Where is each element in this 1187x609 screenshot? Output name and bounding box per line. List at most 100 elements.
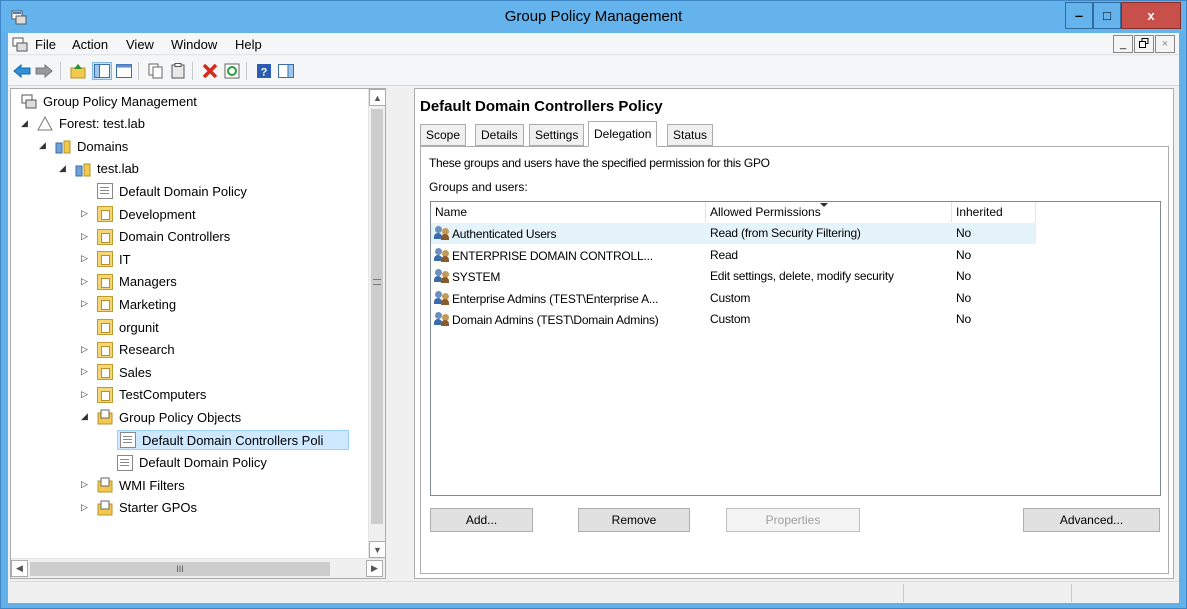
tree-item[interactable]: TestComputers [97, 385, 206, 405]
column-header-name[interactable]: Name [431, 202, 706, 222]
tree-item[interactable]: Group Policy Objects [97, 407, 241, 427]
list-item[interactable]: SYSTEM Edit settings, delete, modify secu… [431, 266, 1036, 287]
tree-item-label: Default Domain Policy [119, 183, 247, 199]
remove-button[interactable]: Remove [578, 508, 690, 532]
scroll-down-arrow-icon[interactable]: ▼ [369, 541, 385, 558]
back-arrow-icon [13, 64, 31, 78]
tree-vertical-scrollbar[interactable]: ▲ ▼ [368, 89, 385, 558]
tree-item[interactable]: Starter GPOs [97, 498, 197, 518]
cell-permissions: Custom [710, 312, 751, 327]
expanded-arrow-icon[interactable]: ◢ [59, 163, 66, 174]
menu-view[interactable]: View [126, 37, 154, 52]
tree-item[interactable]: Default Domain Policy [117, 453, 267, 473]
ou-icon [97, 206, 113, 222]
mdi-minimize-button[interactable]: _ [1113, 35, 1133, 53]
tab-delegation[interactable]: Delegation [588, 121, 658, 147]
list-item[interactable]: ENTERPRISE DOMAIN CONTROLL... Read No [431, 245, 1036, 266]
collapsed-arrow-icon[interactable]: ▷ [81, 298, 88, 309]
column-header-permissions[interactable]: Allowed Permissions [706, 202, 952, 222]
scroll-thumb[interactable] [371, 109, 383, 524]
tree-item-label: Group Policy Objects [119, 409, 242, 425]
collapsed-arrow-icon[interactable]: ▷ [81, 389, 88, 400]
tree-item[interactable]: Domain Controllers [97, 227, 230, 247]
expanded-arrow-icon[interactable]: ◢ [39, 140, 46, 151]
tree-horizontal-scrollbar[interactable]: ◀ III ▶ [11, 558, 385, 578]
tree-item[interactable]: Domains [55, 136, 128, 156]
tab-details[interactable]: Details [475, 124, 524, 146]
console-tree[interactable]: Group Policy Management ◢ Forest: test.lab… [10, 88, 386, 579]
tree-item-label: Development [119, 206, 196, 222]
mdi-close-button[interactable]: × [1155, 35, 1175, 53]
collapsed-arrow-icon[interactable]: ▷ [81, 231, 88, 242]
title-bar[interactable]: Group Policy Management ‒ □ x [1, 1, 1186, 33]
row-name: Domain Admins (TEST\Domain Admins) [452, 313, 659, 328]
tree-item-label: test.lab [97, 161, 139, 177]
action-pane-button[interactable] [276, 62, 296, 80]
tree-item[interactable]: Forest: test.lab [37, 114, 145, 134]
mdi-restore-button[interactable] [1134, 35, 1154, 53]
gpo-icon [117, 454, 133, 471]
maximize-button[interactable]: □ [1093, 2, 1121, 29]
collapsed-arrow-icon[interactable]: ▷ [81, 366, 88, 377]
close-button[interactable]: x [1121, 2, 1181, 29]
properties-pane-icon [278, 64, 294, 78]
add-button[interactable]: Add... [430, 508, 533, 532]
collapsed-arrow-icon[interactable]: ▷ [81, 276, 88, 287]
hscroll-thumb[interactable]: III [30, 562, 330, 576]
tab-scope[interactable]: Scope [420, 124, 467, 146]
tab-status[interactable]: Status [667, 124, 714, 146]
collapsed-arrow-icon[interactable]: ▷ [81, 253, 88, 264]
paste-button[interactable] [168, 62, 188, 80]
menu-action[interactable]: Action [72, 37, 108, 52]
back-button[interactable] [12, 62, 32, 80]
show-hide-tree-button[interactable] [92, 62, 112, 80]
toolbar: ? [8, 56, 1179, 86]
advanced-button[interactable]: Advanced... [1023, 508, 1160, 532]
expanded-arrow-icon[interactable]: ◢ [21, 118, 28, 129]
minimize-button[interactable]: ‒ [1065, 2, 1093, 29]
list-item[interactable]: Domain Admins (TEST\Domain Admins) Custom… [431, 309, 1036, 330]
domain-icon [75, 161, 91, 177]
menu-help[interactable]: Help [235, 37, 262, 52]
tree-item[interactable]: Marketing [97, 294, 176, 314]
tree-item[interactable]: IT [97, 249, 131, 269]
permissions-list[interactable]: Name Allowed Permissions Inherited Authe… [430, 201, 1161, 496]
refresh-button[interactable] [222, 62, 242, 80]
collapsed-arrow-icon[interactable]: ▷ [81, 479, 88, 490]
tree-item-label: Domains [77, 138, 129, 154]
client-area: File Action View Window Help _ × ? Group… [8, 33, 1179, 603]
collapsed-arrow-icon[interactable]: ▷ [81, 208, 88, 219]
tree-item[interactable]: Group Policy Management [21, 91, 197, 111]
tree-item[interactable]: Development [97, 204, 196, 224]
scroll-right-arrow-icon[interactable]: ▶ [366, 560, 383, 577]
menu-window[interactable]: Window [171, 37, 217, 52]
up-one-level-button[interactable] [68, 62, 88, 80]
forward-button[interactable] [34, 62, 54, 80]
tree-item[interactable]: Sales [97, 362, 152, 382]
tree-item[interactable]: orgunit [97, 317, 159, 337]
pane-splitter[interactable] [389, 88, 395, 579]
tree-item[interactable]: test.lab [75, 159, 139, 179]
properties-view-button[interactable] [114, 62, 134, 80]
collapsed-arrow-icon[interactable]: ▷ [81, 502, 88, 513]
collapsed-arrow-icon[interactable]: ▷ [81, 344, 88, 355]
delete-button[interactable] [200, 62, 220, 80]
tree-item[interactable]: Managers [97, 272, 177, 292]
tree-item[interactable]: WMI Filters [97, 475, 185, 495]
menu-file[interactable]: File [35, 37, 56, 52]
expanded-arrow-icon[interactable]: ◢ [81, 411, 88, 422]
list-item[interactable]: Enterprise Admins (TEST\Enterprise A... C… [431, 288, 1036, 309]
tab-settings[interactable]: Settings [529, 124, 585, 146]
help-button[interactable]: ? [254, 62, 274, 80]
properties-button[interactable]: Properties [726, 508, 860, 532]
column-header-inherited[interactable]: Inherited [952, 202, 1036, 222]
copy-button[interactable] [146, 62, 166, 80]
copy-icon [148, 63, 163, 79]
tree-item[interactable]: Default Domain Policy [97, 181, 247, 201]
tree-item[interactable]: Research [97, 340, 175, 360]
scroll-up-arrow-icon[interactable]: ▲ [369, 89, 385, 106]
console-menu-icon[interactable] [12, 36, 28, 52]
tree-item[interactable]: Default Domain Controllers Poli [117, 430, 349, 450]
scroll-left-arrow-icon[interactable]: ◀ [11, 560, 28, 577]
list-item[interactable]: Authenticated Users Read (from Security F… [431, 223, 1036, 244]
